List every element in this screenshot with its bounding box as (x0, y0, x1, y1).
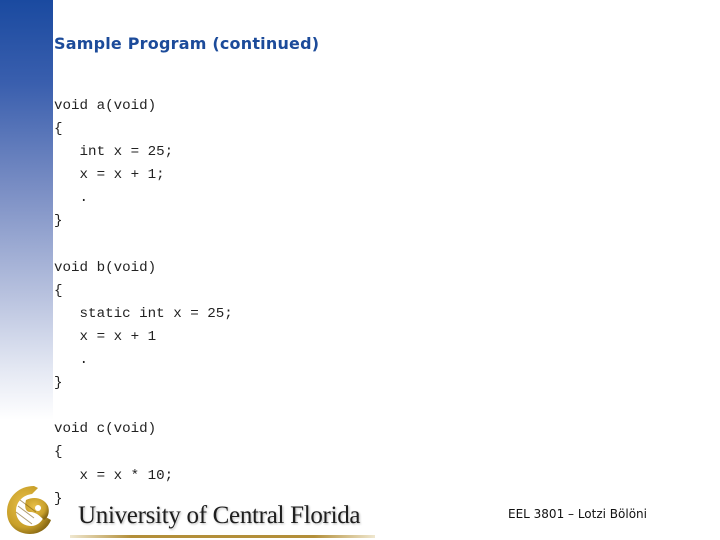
code-line: . (54, 190, 89, 207)
code-line: } (54, 375, 63, 392)
university-banner: University of Central Florida (78, 502, 361, 529)
code-line: x = x + 1; (54, 167, 165, 184)
code-line: void a(void) (54, 98, 157, 114)
code-line: int x = 25; (54, 144, 174, 161)
code-line: void c(void) (54, 421, 157, 438)
code-line: void b(void) (54, 259, 157, 276)
code-line: . (54, 352, 89, 369)
code-line: { (54, 444, 63, 461)
code-line: static int x = 25; (54, 305, 233, 322)
code-line: { (54, 282, 63, 299)
sidebar-gradient (0, 0, 53, 420)
code-line: x = x * 10; (54, 467, 174, 484)
pegasus-logo-icon (7, 486, 51, 534)
banner-divider (70, 535, 375, 538)
slide-title: Sample Program (continued) (54, 34, 320, 53)
code-block: void a(void) { int x = 25; x = x + 1; . … (54, 95, 233, 511)
code-line: x = x + 1 (54, 328, 157, 345)
course-footer: EEL 3801 – Lotzi Bölöni (508, 507, 647, 521)
code-line: } (54, 213, 63, 230)
code-line: { (54, 121, 63, 138)
